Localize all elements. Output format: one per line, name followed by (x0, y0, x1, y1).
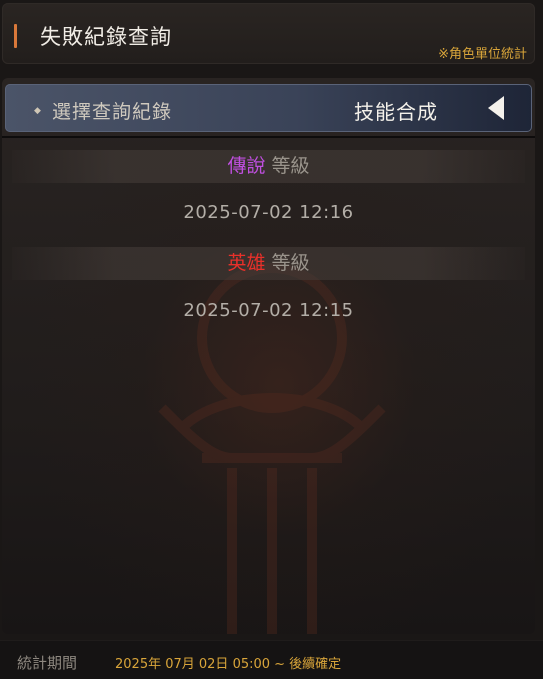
triangle-left-icon[interactable] (480, 92, 514, 124)
record-type-selector[interactable]: ◆ 選擇查詢紀錄 技能合成 (5, 84, 532, 132)
footer-bar: 統計期間 2025年 07月 02日 05:00 ~ 後續確定 (0, 640, 543, 679)
grade-level-label: 等級 (271, 155, 310, 177)
header-bar: 失敗紀錄查詢 ※角色單位統計 (2, 3, 535, 64)
header-accent-bar (14, 24, 17, 48)
grade-name: 英雄 (227, 252, 266, 274)
stats-period-value: 2025年 07月 02日 05:00 ~ 後續確定 (115, 657, 342, 672)
emblem-watermark-icon (158, 263, 386, 634)
page-title: 失敗紀錄查詢 (40, 25, 172, 49)
stats-period-label: 統計期間 (17, 654, 78, 672)
diamond-bullet-icon: ◆ (34, 106, 41, 116)
record-grade-row: 傳說 等級 (12, 150, 525, 183)
divider (2, 136, 535, 138)
record-timestamp: 2025-07-02 12:15 (183, 300, 354, 321)
grade-name: 傳說 (227, 155, 266, 177)
record-list-panel: ◆ 選擇查詢紀錄 技能合成 傳說 等級 2025-07-02 12:16 英雄 等級… (2, 78, 535, 634)
failure-record-panel: 失敗紀錄查詢 ※角色單位統計 ◆ 選擇查詢紀錄 技能合成 傳說 等級 2025-… (0, 0, 543, 679)
selected-record-type: 技能合成 (354, 100, 438, 124)
selector-label: 選擇查詢紀錄 (52, 101, 173, 123)
header-note: ※角色單位統計 (438, 47, 527, 62)
record-grade-row: 英雄 等級 (12, 247, 525, 280)
record-timestamp: 2025-07-02 12:16 (183, 202, 354, 223)
grade-level-label: 等級 (271, 252, 310, 274)
